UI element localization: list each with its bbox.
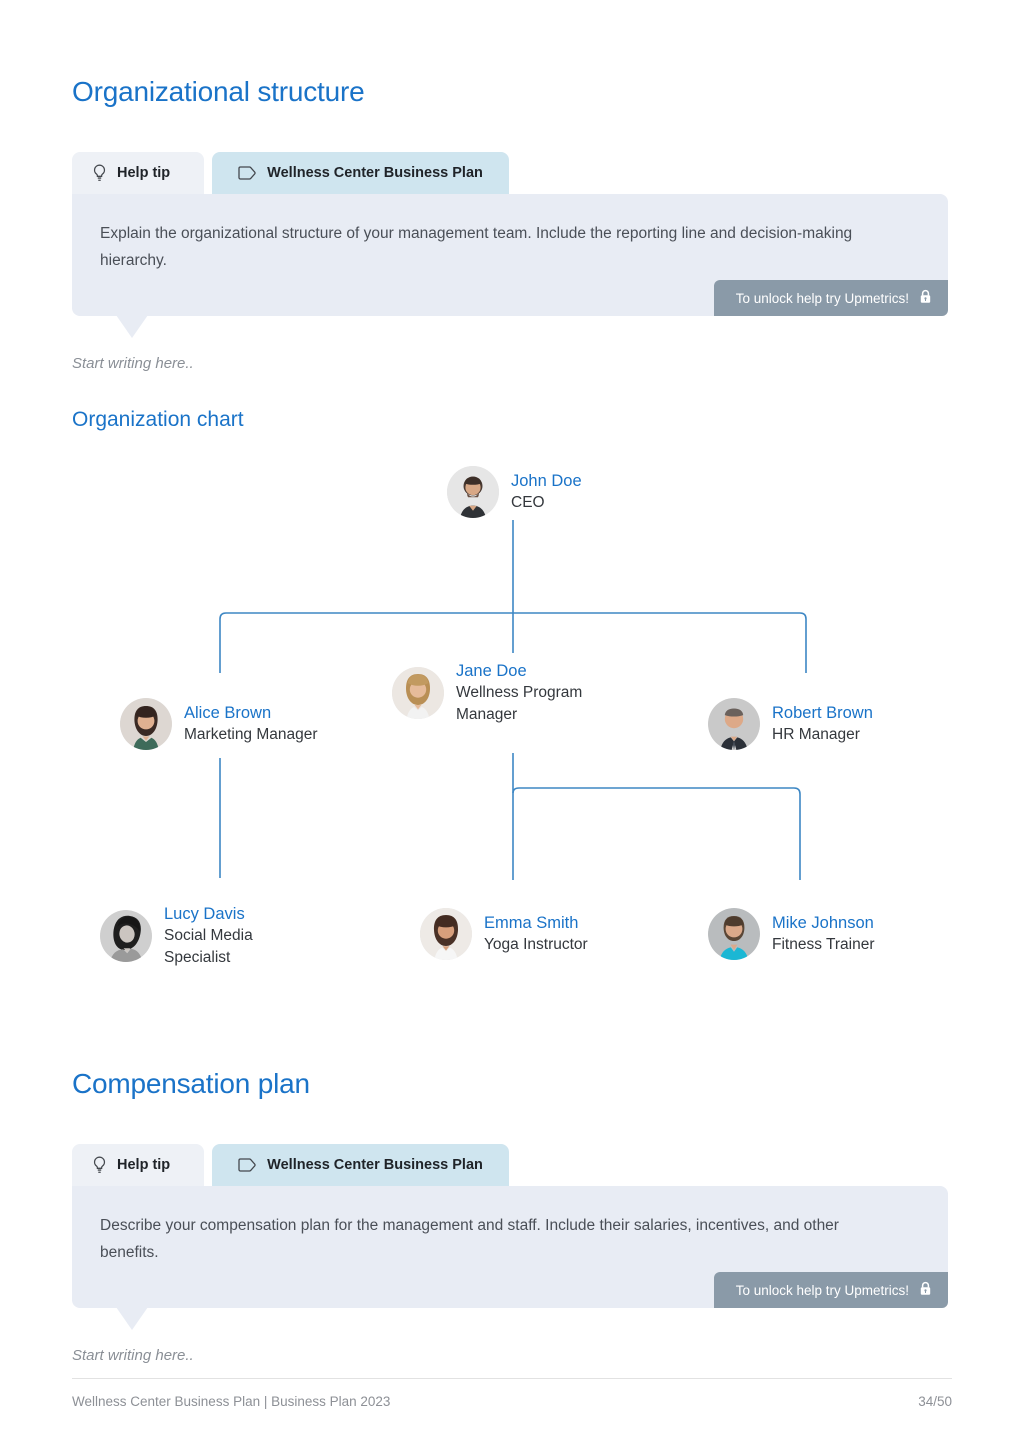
compensation-writing-placeholder[interactable]: Start writing here.. [72, 1347, 194, 1364]
help-tip-tail [116, 1307, 148, 1330]
org-node-role: Fitness Trainer [772, 936, 875, 953]
org-node-name: Alice Brown [184, 704, 272, 722]
document-page: Organizational structure Help tip Wellne… [0, 0, 1024, 1448]
footer-divider [72, 1378, 952, 1379]
avatar [100, 910, 152, 962]
tab-help-tip[interactable]: Help tip [72, 152, 205, 194]
avatar [708, 908, 760, 960]
lock-icon [919, 1281, 932, 1299]
lock-icon [919, 289, 932, 307]
tag-icon [238, 1158, 257, 1172]
org-node-fitness-trainer[interactable]: Mike Johnson Fitness Trainer [708, 908, 875, 960]
avatar [420, 908, 472, 960]
org-node-name: Jane Doe [456, 662, 527, 680]
avatar [392, 667, 444, 719]
org-writing-placeholder[interactable]: Start writing here.. [72, 355, 194, 372]
tab-help-tip[interactable]: Help tip [72, 1144, 205, 1186]
help-tip-tabs: Help tip Wellness Center Business Plan [72, 152, 948, 194]
help-tip-body: Explain the organizational structure of … [72, 194, 948, 338]
org-node-role: Marketing Manager [184, 726, 318, 743]
unlock-badge[interactable]: To unlock help try Upmetrics! [713, 1272, 948, 1308]
org-node-name: Emma Smith [484, 914, 579, 932]
org-node-name: Lucy Davis [164, 905, 245, 923]
org-node-role: HR Manager [772, 726, 860, 743]
tab-business-plan-label: Wellness Center Business Plan [267, 165, 483, 181]
org-node-social-media-specialist[interactable]: Lucy Davis Social Media Specialist [100, 903, 304, 969]
org-node-text: Emma Smith Yoga Instructor [484, 912, 588, 956]
help-tip-text: Explain the organizational structure of … [100, 225, 853, 269]
help-tip-tabs: Help tip Wellness Center Business Plan [72, 1144, 948, 1186]
footer-title: Wellness Center Business Plan | Business… [72, 1394, 391, 1409]
footer: Wellness Center Business Plan | Business… [72, 1394, 952, 1409]
org-node-name: Robert Brown [772, 704, 873, 722]
help-tip-organizational: Help tip Wellness Center Business Plan E… [72, 152, 948, 338]
org-node-name: Mike Johnson [772, 914, 874, 932]
tab-business-plan[interactable]: Wellness Center Business Plan [212, 152, 509, 194]
tag-icon [238, 166, 257, 180]
org-node-text: John Doe CEO [511, 470, 582, 514]
avatar [120, 698, 172, 750]
org-node-name: John Doe [511, 472, 582, 490]
tab-help-tip-label: Help tip [117, 1157, 171, 1173]
help-tip-text: Describe your compensation plan for the … [100, 1217, 839, 1261]
org-node-role: Yoga Instructor [484, 936, 588, 953]
unlock-badge-label: To unlock help try Upmetrics! [735, 1282, 909, 1298]
help-tip-tail [116, 315, 148, 338]
org-node-role: Wellness Program Manager [456, 684, 583, 723]
help-tip-compensation: Help tip Wellness Center Business Plan D… [72, 1144, 948, 1330]
page-title: Organizational structure [72, 76, 365, 107]
avatar [708, 698, 760, 750]
org-node-hr-manager[interactable]: Robert Brown HR Manager [708, 698, 873, 750]
lightbulb-icon [92, 1156, 107, 1174]
unlock-badge[interactable]: To unlock help try Upmetrics! [713, 280, 948, 316]
tab-business-plan[interactable]: Wellness Center Business Plan [212, 1144, 509, 1186]
org-node-text: Mike Johnson Fitness Trainer [772, 912, 875, 956]
org-node-ceo[interactable]: John Doe CEO [447, 466, 582, 518]
footer-page-number: 34/50 [918, 1394, 952, 1409]
org-node-text: Jane Doe Wellness Program Manager [456, 660, 596, 726]
org-node-text: Robert Brown HR Manager [772, 702, 873, 746]
org-node-text: Lucy Davis Social Media Specialist [164, 903, 304, 969]
lightbulb-icon [92, 164, 107, 182]
unlock-badge-label: To unlock help try Upmetrics! [735, 290, 909, 306]
help-tip-body: Describe your compensation plan for the … [72, 1186, 948, 1330]
organization-chart-heading: Organization chart [72, 408, 244, 431]
org-node-marketing-manager[interactable]: Alice Brown Marketing Manager [120, 698, 318, 750]
org-node-yoga-instructor[interactable]: Emma Smith Yoga Instructor [420, 908, 588, 960]
org-node-role: Social Media Specialist [164, 927, 253, 966]
compensation-plan-title: Compensation plan [72, 1068, 310, 1099]
organization-chart: John Doe CEO Alice Brown Marketing Manag… [72, 448, 952, 968]
org-node-text: Alice Brown Marketing Manager [184, 702, 318, 746]
tab-business-plan-label: Wellness Center Business Plan [267, 1157, 483, 1173]
avatar [447, 466, 499, 518]
org-node-role: CEO [511, 494, 545, 511]
tab-help-tip-label: Help tip [117, 165, 171, 181]
org-node-wellness-program-manager[interactable]: Jane Doe Wellness Program Manager [392, 660, 596, 726]
